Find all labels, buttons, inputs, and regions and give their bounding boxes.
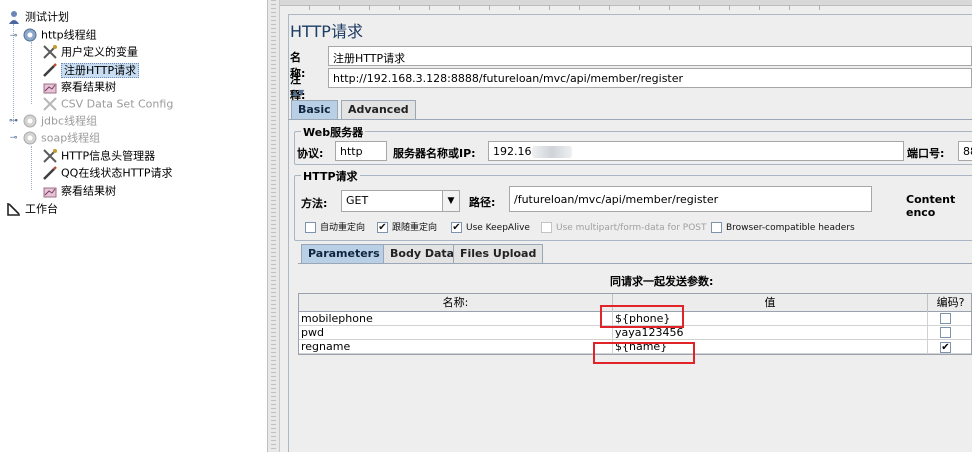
tree-node-register-http-request[interactable]: 注册HTTP请求 [42, 61, 140, 78]
browser-compatible-checkbox[interactable]: Browser-compatible headers [711, 221, 855, 235]
encode-cell [928, 312, 972, 326]
method-label: 方法: [301, 197, 328, 210]
encode-checkbox[interactable] [940, 327, 951, 338]
encode-checkbox[interactable] [940, 313, 951, 324]
splitter-grip [271, 0, 276, 452]
tree-node-workbench[interactable]: 工作台 [6, 200, 58, 217]
server-name-value: 192.16 [493, 145, 532, 158]
server-name-label: 服务器名称或IP: [393, 147, 476, 160]
content-encoding-label: Content enco [906, 193, 956, 219]
highlight-box [593, 342, 695, 364]
wrench-icon [42, 44, 58, 60]
follow-redirect-checkbox[interactable]: ✔ 跟随重定向 [377, 221, 437, 235]
tree-node-csv-data-set-config[interactable]: CSV Data Set Config [42, 95, 173, 112]
checkmark-icon: ✔ [377, 222, 388, 233]
encode-cell: ✔ [928, 340, 972, 354]
chevron-down-icon[interactable]: ▼ [442, 190, 460, 212]
protocol-field[interactable]: http [335, 141, 387, 161]
highlight-box [600, 305, 684, 328]
column-header-name[interactable]: 名称: [299, 294, 613, 312]
pen-icon [42, 165, 58, 181]
workbench-icon [6, 201, 22, 217]
tab-body-data[interactable]: Body Data [383, 244, 462, 264]
tab-divider [298, 263, 972, 264]
test-plan-tree[interactable]: 测试计划 ⊸ http线程组 用户定义的变量 注册HTTP请求 察看结果树 CS… [0, 0, 268, 452]
tab-advanced[interactable]: Advanced [341, 100, 416, 120]
pen-icon [42, 62, 58, 78]
http-request-editor: HTTP请求 名称: 注册HTTP请求 注释: http://192.168.3… [280, 0, 972, 452]
tree-node-qq-status-http-request[interactable]: QQ在线状态HTTP请求 [42, 164, 172, 181]
web-server-legend: Web服务器 [301, 124, 366, 140]
tab-divider [288, 119, 972, 120]
param-name-cell[interactable]: mobilephone [299, 312, 613, 326]
encode-cell [928, 326, 972, 340]
tree-node-jdbc-thread-group[interactable]: jdbc线程组 [22, 112, 97, 129]
protocol-label: 协议: [297, 147, 324, 160]
gear-icon [22, 130, 38, 146]
test-plan-icon [6, 9, 22, 25]
wrench-icon [42, 96, 58, 112]
gear-icon [22, 27, 38, 43]
checkmark-icon[interactable]: ✔ [940, 342, 951, 353]
keepalive-checkbox[interactable]: ✔ Use KeepAlive [451, 221, 530, 235]
comment-label: 注释: [290, 73, 306, 102]
chart-icon [42, 183, 58, 199]
multipart-checkbox[interactable]: Use multipart/form-data for POST [541, 221, 707, 235]
auto-redirect-checkbox[interactable]: 自动重定向 [305, 221, 365, 235]
column-header-encode[interactable]: 编码? [928, 294, 972, 312]
collapse-arrows-icon[interactable]: ▲▼ [292, 88, 304, 97]
tree-connector [31, 146, 32, 190]
collapse-toggle[interactable]: ⊸ [9, 32, 18, 41]
chart-icon [42, 79, 58, 95]
collapse-toggle[interactable]: ⊸ [9, 134, 18, 143]
tree-connector [31, 42, 32, 104]
tree-node-http-thread-group[interactable]: http线程组 [22, 26, 97, 43]
server-name-field[interactable]: 192.16 [488, 141, 904, 161]
path-field[interactable]: /futureloan/mvc/api/member/register [509, 186, 872, 212]
port-field[interactable]: 88 [958, 141, 972, 161]
gear-icon [22, 113, 38, 129]
tree-node-soap-thread-group[interactable]: soap线程组 [22, 129, 100, 146]
checkbox-box [541, 222, 552, 233]
param-name-cell[interactable]: pwd [299, 326, 613, 340]
expand-toggle[interactable]: ⊶ [9, 117, 18, 126]
wrench-icon [42, 148, 58, 164]
tree-node-user-variables[interactable]: 用户定义的变量 [42, 43, 138, 60]
params-caption: 同请求一起发送参数: [610, 275, 714, 288]
method-select[interactable]: GET [341, 190, 443, 212]
checkbox-box [305, 222, 316, 233]
tree-node-http-header-manager[interactable]: HTTP信息头管理器 [42, 147, 155, 164]
tab-files-upload[interactable]: Files Upload [453, 244, 544, 264]
param-name-cell[interactable]: regname [299, 340, 613, 354]
tree-node-view-results-tree[interactable]: 察看结果树 [42, 182, 116, 199]
page-title: HTTP请求 [290, 22, 363, 41]
path-label: 路径: [469, 196, 496, 209]
tab-basic[interactable]: Basic [291, 100, 338, 120]
panel-splitter[interactable] [268, 0, 280, 452]
method-value: GET [346, 194, 369, 207]
toolbar-strip [280, 0, 972, 10]
param-value-cell[interactable]: yaya123456 [613, 326, 928, 340]
port-label: 端口号: [907, 147, 945, 160]
checkmark-icon: ✔ [451, 222, 462, 233]
tab-parameters[interactable]: Parameters [301, 244, 387, 264]
name-field[interactable]: 注册HTTP请求 [328, 46, 972, 66]
table-row[interactable]: pwd yaya123456 [299, 326, 971, 340]
comment-field[interactable]: http://192.168.3.128:8888/futureloan/mvc… [328, 68, 972, 88]
http-request-legend: HTTP请求 [301, 168, 360, 184]
redacted-blur [531, 146, 572, 158]
tree-node-test-plan[interactable]: 测试计划 [6, 8, 69, 25]
tree-node-view-results-tree[interactable]: 察看结果树 [42, 78, 116, 95]
checkbox-box [711, 222, 722, 233]
